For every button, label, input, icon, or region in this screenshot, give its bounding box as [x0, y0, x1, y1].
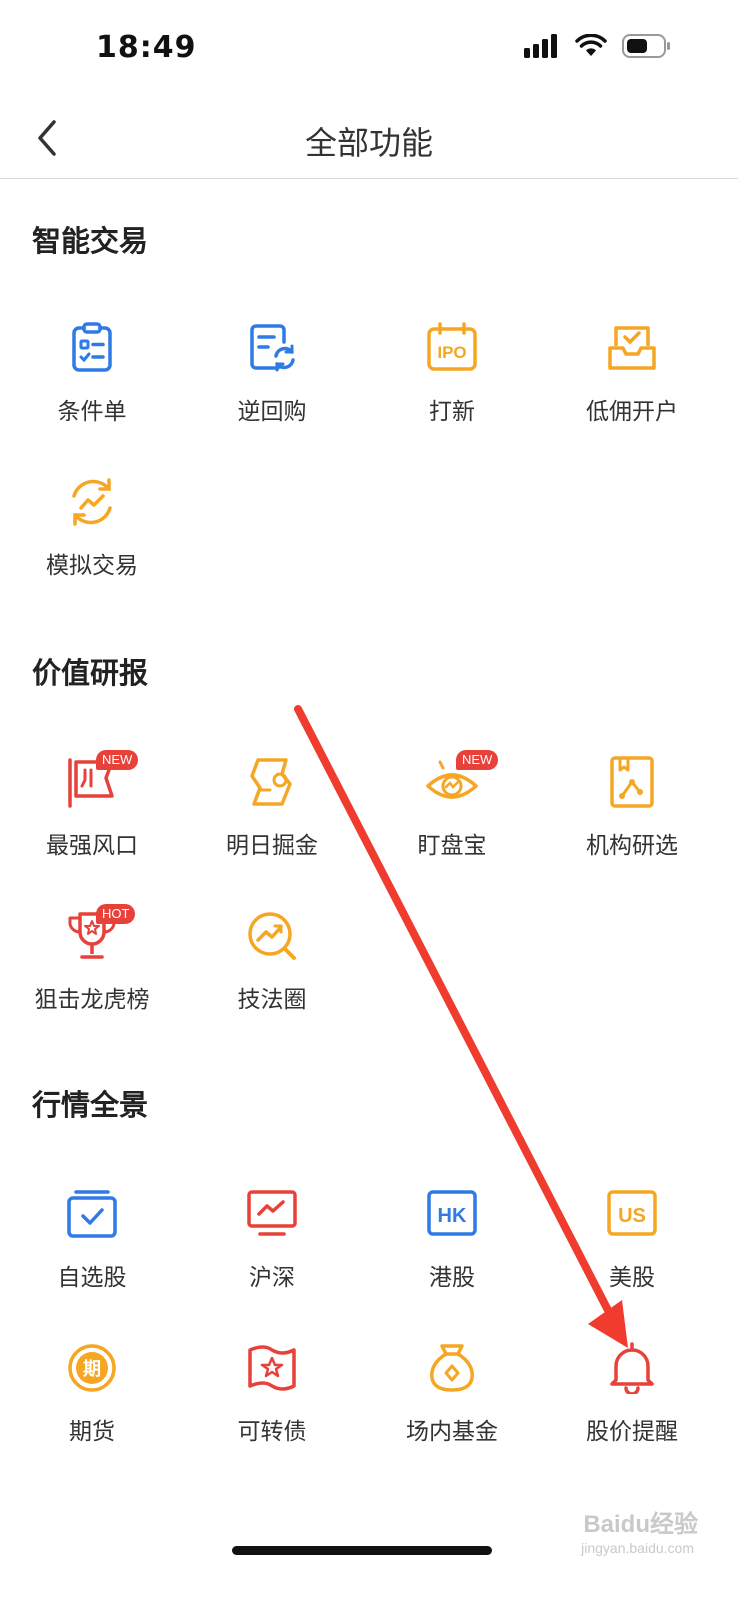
clipboard-list-icon — [72, 322, 112, 372]
grid-item-dragon-tiger-list[interactable]: HOT 狙击龙虎榜 — [0, 904, 184, 1040]
grid-item-simulated-trading[interactable]: 模拟交易 — [0, 476, 184, 606]
status-bar: 18:49 — [0, 0, 738, 100]
svg-text:IPO: IPO — [437, 343, 466, 362]
us-icon: US — [607, 1190, 657, 1236]
grid-item-ipo[interactable]: IPO 打新 — [360, 322, 544, 452]
grid-item-label: 自选股 — [57, 1265, 127, 1291]
page-title: 全部功能 — [304, 124, 433, 162]
grid-item-label: 期货 — [69, 1419, 115, 1445]
grid-item-label: 股价提醒 — [586, 1419, 678, 1445]
hk-icon: HK — [427, 1190, 477, 1236]
grid-item-futures[interactable]: 期 期货 — [0, 1342, 184, 1472]
open-account-icon — [608, 326, 656, 370]
grid-item-tomorrow-gold[interactable]: 明日掘金 — [180, 756, 364, 886]
bell-icon — [610, 1342, 654, 1394]
signal-icon — [524, 34, 557, 58]
grid-item-label: 最强风口 — [46, 833, 138, 859]
svg-text:HK: HK — [438, 1205, 467, 1227]
new-badge: NEW — [96, 750, 139, 770]
status-icons — [524, 34, 672, 58]
simulated-trading-icon — [72, 478, 112, 526]
grid-item-label: 条件单 — [57, 399, 127, 425]
grid-item-watch-treasure[interactable]: NEW 盯盘宝 — [360, 750, 544, 886]
grid-item-reverse-repo[interactable]: 逆回购 — [180, 322, 364, 452]
battery-icon — [622, 34, 670, 58]
grid-item-hong-kong-stocks[interactable]: HK 港股 — [360, 1188, 544, 1318]
grid-item-strongest-trend[interactable]: NEW 最强风口 — [0, 750, 184, 886]
grid-item-watchlist[interactable]: 自选股 — [0, 1188, 184, 1318]
grid-item-label: 打新 — [429, 399, 475, 425]
grid-item-us-stocks[interactable]: US 美股 — [540, 1188, 724, 1318]
wifi-icon — [575, 34, 607, 56]
section-title-smart-trading: 智能交易 — [32, 224, 149, 258]
futures-icon: 期 — [68, 1344, 116, 1392]
grid-item-label: 盯盘宝 — [417, 833, 487, 859]
research-book-icon — [610, 756, 654, 808]
grid-item-institutional-research[interactable]: 机构研选 — [540, 756, 724, 886]
section-title-value-research: 价值研报 — [32, 656, 149, 690]
grid-item-label: 明日掘金 — [226, 833, 318, 859]
grid-item-label: 机构研选 — [586, 833, 678, 859]
grid-item-label: 低佣开户 — [586, 399, 678, 425]
grid-item-conditional-order[interactable]: 条件单 — [0, 322, 184, 452]
grid-item-low-commission-account[interactable]: 低佣开户 — [540, 322, 724, 452]
grid-item-label: 逆回购 — [237, 399, 307, 425]
convertible-bond-icon — [248, 1345, 296, 1391]
grid-item-shanghai-shenzhen[interactable]: 沪深 — [180, 1188, 364, 1318]
home-indicator — [232, 1546, 492, 1555]
gold-coin-icon — [250, 758, 292, 806]
svg-text:US: US — [618, 1205, 646, 1227]
hot-badge: HOT — [96, 904, 136, 924]
grid-item-price-alert[interactable]: 股价提醒 — [540, 1342, 724, 1472]
section-title-market-overview: 行情全景 — [32, 1088, 149, 1122]
grid-item-label: 狙击龙虎榜 — [34, 987, 150, 1013]
watermark-brand: Baidu经验 — [583, 1511, 698, 1538]
fund-bag-icon — [430, 1344, 474, 1392]
grid-item-exchange-fund[interactable]: 场内基金 — [360, 1342, 544, 1472]
grid-item-label: 可转债 — [237, 1419, 307, 1445]
grid-item-label: 港股 — [429, 1265, 475, 1291]
nav-bar: 全部功能 — [0, 100, 738, 179]
ipo-calendar-icon: IPO — [427, 322, 477, 371]
watchlist-icon — [67, 1190, 117, 1238]
grid-item-convertible-bond[interactable]: 可转债 — [180, 1342, 364, 1472]
trend-magnifier-icon — [248, 912, 296, 960]
svg-text:期: 期 — [83, 1359, 101, 1380]
document-refresh-icon — [250, 324, 295, 372]
grid-item-label: 场内基金 — [406, 1419, 498, 1445]
grid-item-technique-circle[interactable]: 技法圈 — [180, 910, 364, 1040]
grid-item-label: 模拟交易 — [46, 553, 138, 579]
watermark-url: jingyan.baidu.com — [581, 1540, 694, 1556]
new-badge: NEW — [456, 750, 499, 770]
monitor-chart-icon — [247, 1190, 297, 1236]
grid-item-label: 美股 — [609, 1265, 655, 1291]
grid-item-label: 技法圈 — [237, 987, 307, 1013]
status-time: 18:49 — [96, 30, 197, 65]
grid-item-label: 沪深 — [249, 1265, 295, 1291]
